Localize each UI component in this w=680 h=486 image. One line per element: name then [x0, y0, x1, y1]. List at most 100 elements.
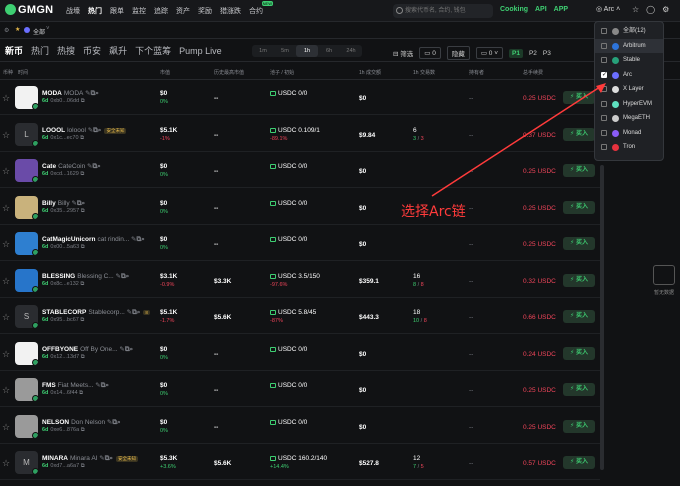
copy-icon[interactable]: ⧉ [79, 354, 85, 360]
edit-icon[interactable]: ✎⧉⌕ [85, 163, 101, 170]
copy-icon[interactable]: ⧉ [79, 427, 85, 433]
nav-item[interactable]: 资产 [176, 6, 190, 16]
token-address[interactable]: 0x14...6f44 [50, 390, 77, 396]
copy-icon[interactable]: ⧉ [79, 208, 85, 214]
token-name[interactable]: FMS Fiat Meets... ✎⧉⌕ [42, 381, 109, 390]
token-name[interactable]: OFFBYONE Off By One... ✎⧉⌕ [42, 345, 133, 354]
app-link[interactable]: APP [554, 6, 568, 13]
chain-option[interactable]: Arbitrum [595, 38, 663, 53]
table-row[interactable]: ☆ M MINARA Minara AI ✎⧉⌕ 安全未知 6d 0xd7...a6a7 ⧉… [0, 446, 600, 480]
checkbox[interactable] [601, 28, 607, 34]
checkbox[interactable] [601, 144, 607, 150]
favorite-star-icon[interactable]: ☆ [2, 166, 10, 177]
token-address[interactable]: 0x35...2957 [50, 208, 79, 214]
checkbox[interactable] [601, 100, 607, 107]
chain-option[interactable]: Tron [595, 140, 663, 155]
token-address[interactable]: 0x95...bc67 [50, 317, 78, 323]
token-name[interactable]: CatMagicUnicorn cat rindin... ✎⧉⌕ [42, 235, 145, 244]
token-name[interactable]: NELSON Don Nelson ✎⧉⌕ [42, 418, 121, 427]
token-avatar[interactable] [15, 268, 38, 292]
tab-item[interactable]: Pump Live [179, 46, 222, 56]
favorite-star-icon[interactable]: ☆ [2, 239, 10, 250]
nav-item[interactable]: 热门 [88, 6, 102, 16]
table-row[interactable]: ☆ MODA MODA ✎⧉⌕ 6d 0xb0...06dd ⧉ $0 0% -- USDC 0… [0, 81, 600, 115]
preset-dropdown[interactable]: ▭ 0 ˅ [475, 47, 504, 59]
checkbox[interactable] [601, 129, 607, 136]
buy-button[interactable]: ⚡ 买入 [563, 237, 595, 250]
edit-icon[interactable]: ✎⧉⌕ [86, 127, 102, 134]
timeframe-option[interactable]: 6h [318, 45, 340, 57]
token-name[interactable]: BLESSING Blessing C... ✎⧉⌕ [42, 272, 129, 281]
table-row[interactable]: ☆ FMS Fiat Meets... ✎⧉⌕ 6d 0x14...6f44 ⧉ $0 0%… [0, 373, 600, 407]
column-header[interactable]: 1h 交易数 [413, 69, 435, 76]
scrollbar[interactable] [600, 165, 604, 470]
buy-button[interactable]: ⚡ 买入 [563, 164, 595, 177]
nav-item[interactable]: 监控 [132, 6, 146, 16]
token-avatar[interactable] [15, 232, 38, 255]
edit-icon[interactable]: ✎⧉⌕ [125, 309, 141, 316]
column-header[interactable]: 时间 [18, 69, 28, 76]
token-name[interactable]: LOOOL loloool ✎⧉⌕ 安全未知 [42, 126, 127, 135]
table-row[interactable]: ☆ NELSON Don Nelson ✎⧉⌕ 6d 0xe6...876a ⧉ $0 0%… [0, 410, 600, 444]
nav-item[interactable]: 合约 [249, 1, 273, 16]
token-address[interactable]: 0xcd...1629 [50, 171, 78, 177]
checkbox[interactable] [601, 42, 607, 49]
count-badge[interactable]: ▭ 0 [419, 47, 441, 59]
gear-icon[interactable]: ⚙ [662, 5, 669, 14]
edit-icon[interactable]: ✎⧉⌕ [105, 419, 121, 426]
token-avatar[interactable]: S [15, 305, 38, 328]
checkbox[interactable] [601, 68, 607, 82]
token-address[interactable]: 0x12...13d7 [50, 354, 79, 360]
checkbox[interactable] [601, 115, 607, 121]
all-filter[interactable]: 全部 [33, 27, 45, 36]
copy-icon[interactable]: ⧉ [79, 281, 84, 287]
copy-icon[interactable]: ⧉ [79, 317, 84, 323]
copy-icon[interactable]: ⧉ [78, 390, 83, 396]
token-name[interactable]: MODA MODA ✎⧉⌕ [42, 89, 99, 98]
settings-icon[interactable]: ⚙ [4, 27, 9, 34]
tab-item[interactable]: 热门 [31, 44, 49, 57]
buy-button[interactable]: ⚡ 买入 [563, 200, 595, 214]
token-name[interactable]: STABLECORP Stablecorp... ✎⧉⌕ 8 [42, 308, 150, 317]
checkbox[interactable] [601, 86, 607, 92]
edit-icon[interactable]: ✎⧉⌕ [118, 346, 133, 353]
chevron-down-icon[interactable]: ˅ [46, 26, 50, 32]
favorite-star-icon[interactable]: ☆ [2, 93, 10, 104]
favorite-star-icon[interactable]: ☆ [2, 349, 10, 360]
table-row[interactable]: ☆ CatMagicUnicorn cat rindin... ✎⧉⌕ 6d 0x00.… [0, 227, 600, 261]
favorite-star-icon[interactable]: ☆ [2, 312, 10, 323]
tab-item[interactable]: 币安 [83, 44, 101, 57]
token-address[interactable]: 0xe6...876a [50, 427, 79, 433]
chain-option[interactable]: Stable [595, 53, 663, 68]
nav-item[interactable]: 猎涨跌 [220, 6, 241, 16]
column-header[interactable]: 币种 [3, 69, 13, 76]
cooking-link[interactable]: Cooking [500, 6, 528, 13]
chain-selector[interactable]: ◎ Arc ˄ [596, 5, 620, 13]
buy-button[interactable]: ⚡ 买入 [563, 456, 595, 469]
token-avatar[interactable] [15, 414, 38, 438]
star-icon[interactable]: ☆ [632, 5, 639, 14]
table-row[interactable]: ☆ OFFBYONE Off By One... ✎⧉⌕ 6d 0x12...13d7 … [0, 337, 600, 371]
favorite-star-icon[interactable]: ☆ [2, 276, 10, 287]
column-header[interactable]: 1h 成交额 [359, 69, 381, 76]
column-header[interactable]: 池子 / 初始 [270, 69, 294, 76]
table-row[interactable]: ☆ S STABLECORP Stablecorp... ✎⧉⌕ 8 6d 0x95...b… [0, 300, 600, 334]
preset-p2[interactable]: P2 [529, 50, 537, 57]
favorite-star-icon[interactable]: ☆ [2, 422, 10, 433]
table-row[interactable]: ☆ BLESSING Blessing C... ✎⧉⌕ 6d 0x8c...e132 … [0, 264, 600, 298]
hide-toggle[interactable]: 隐藏 [446, 46, 470, 60]
tab-item[interactable]: 新币 [5, 44, 23, 57]
favorite-star-icon[interactable]: ☆ [2, 130, 10, 141]
token-avatar[interactable]: L [15, 122, 38, 146]
favorite-star-icon[interactable]: ☆ [2, 385, 10, 396]
copy-icon[interactable]: ⧉ [79, 171, 84, 177]
nav-item[interactable]: 战壕 [66, 6, 80, 16]
chain-option[interactable]: Arc [595, 68, 663, 82]
buy-button[interactable]: ⚡ 买入 [563, 419, 595, 433]
checkbox[interactable] [601, 57, 607, 63]
chain-option[interactable]: 全部(12) [595, 24, 663, 39]
user-icon[interactable]: ◯ [646, 5, 655, 14]
token-avatar[interactable] [15, 86, 38, 109]
nav-item[interactable]: 跟单 [110, 6, 124, 16]
token-address[interactable]: 0x00...5a63 [50, 244, 79, 250]
